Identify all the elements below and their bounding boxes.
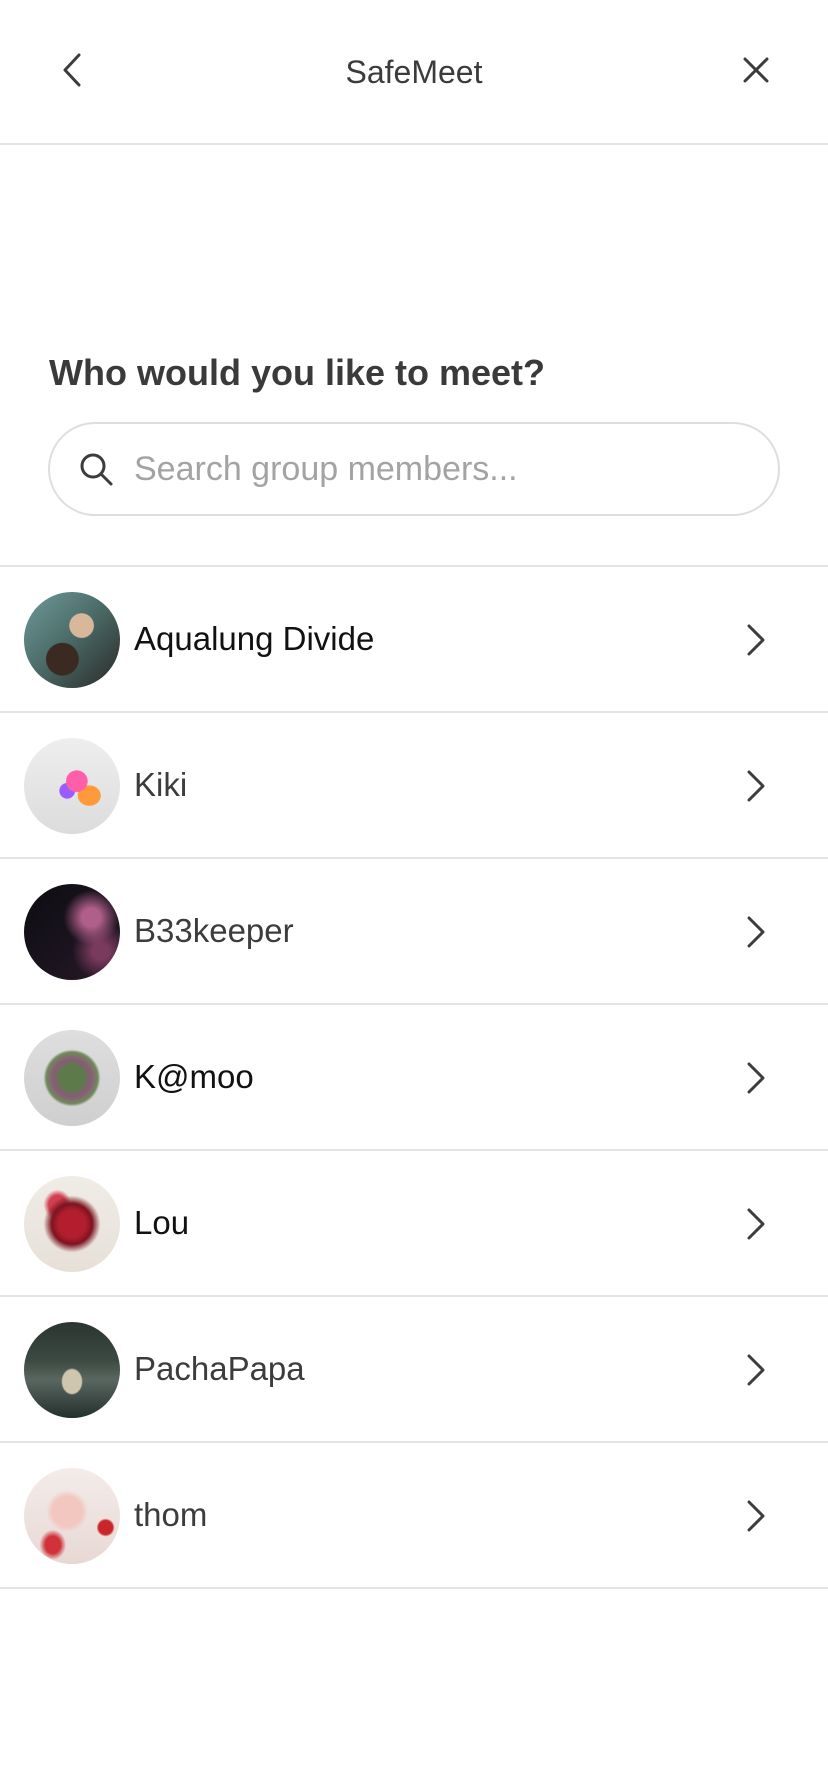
close-icon <box>742 56 770 89</box>
chevron-right-icon <box>742 1056 770 1100</box>
member-row-b33keeper[interactable]: B33keeper <box>0 859 828 1005</box>
avatar <box>24 738 120 834</box>
avatar <box>24 884 120 980</box>
chevron-right-icon <box>742 764 770 808</box>
member-row-kmoo[interactable]: K@moo <box>0 1005 828 1151</box>
member-name: Kiki <box>134 766 188 803</box>
member-row-thom[interactable]: thom <box>0 1443 828 1589</box>
member-name: PachaPapa <box>134 1350 305 1387</box>
page-title: SafeMeet <box>345 54 483 90</box>
search-icon <box>76 449 116 489</box>
member-name: Aqualung Divide <box>134 620 375 657</box>
close-button[interactable] <box>734 50 778 94</box>
chevron-right-icon <box>742 1202 770 1246</box>
member-row-lou[interactable]: Lou <box>0 1151 828 1297</box>
search-input[interactable] <box>134 439 734 499</box>
member-name: K@moo <box>134 1058 254 1095</box>
member-name: B33keeper <box>134 912 294 949</box>
chevron-right-icon <box>742 618 770 662</box>
avatar <box>24 1030 120 1126</box>
member-name: thom <box>134 1496 208 1533</box>
prompt-heading: Who would you like to meet? <box>49 352 546 393</box>
chevron-right-icon <box>742 910 770 954</box>
top-bar: SafeMeet <box>0 0 828 145</box>
member-name: Lou <box>134 1204 190 1241</box>
member-row-aqualung-divide[interactable]: Aqualung Divide <box>0 567 828 713</box>
member-row-pachapapa[interactable]: PachaPapa <box>0 1297 828 1443</box>
avatar <box>24 1322 120 1418</box>
chevron-right-icon <box>742 1348 770 1392</box>
avatar <box>24 1468 120 1564</box>
avatar <box>24 1176 120 1272</box>
chevron-right-icon <box>742 1494 770 1538</box>
member-list: Aqualung Divide Kiki B33keeper K@moo Lou <box>0 565 828 1589</box>
avatar <box>24 592 120 688</box>
member-row-kiki[interactable]: Kiki <box>0 713 828 859</box>
search-bar[interactable] <box>48 422 780 516</box>
